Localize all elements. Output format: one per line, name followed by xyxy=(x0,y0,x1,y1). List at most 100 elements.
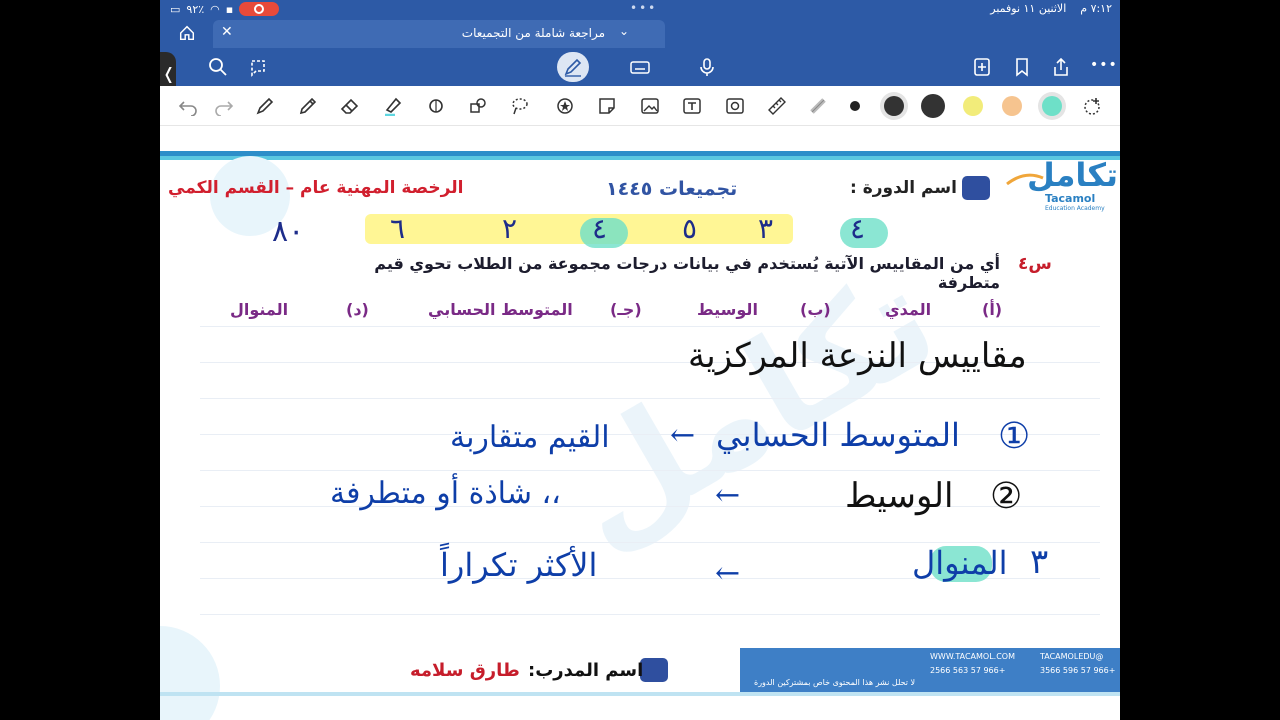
battery-percent: ٩٢٪ xyxy=(186,2,205,16)
undo-icon[interactable] xyxy=(178,96,198,116)
trainer-name: طارق سلامه xyxy=(410,660,520,681)
status-date: الاثنين ١١ نوفمبر xyxy=(990,2,1067,15)
option-c-letter: (جـ) xyxy=(610,300,642,319)
pen-size-small[interactable] xyxy=(850,101,860,111)
stickynote-icon[interactable] xyxy=(597,96,617,116)
lasso-select-icon[interactable] xyxy=(510,96,530,116)
wifi-icon: ◠ xyxy=(210,2,220,16)
course-name-marker xyxy=(962,176,990,200)
question-text: أي من المقاييس الآتية يُستخدم في بيانات … xyxy=(374,254,1000,292)
recording-indicator[interactable] xyxy=(239,2,280,16)
ruled-line xyxy=(200,614,1100,615)
eraser-icon[interactable] xyxy=(340,96,360,116)
color-swatch-black[interactable] xyxy=(921,94,945,118)
color-swatch-orange[interactable] xyxy=(1002,96,1022,116)
option-d-text: المنوال xyxy=(230,300,289,319)
color-swatch-darkgray[interactable] xyxy=(884,96,904,116)
handwritten-term: المتوسط الحسابي xyxy=(716,416,960,454)
option-c-text: المتوسط الحسابي xyxy=(428,300,573,319)
option-a-text: المدي xyxy=(885,300,932,319)
camera-indicator-icon: ▪ xyxy=(225,2,234,16)
sticker-icon[interactable] xyxy=(555,96,575,116)
more-icon[interactable]: ••• xyxy=(1090,57,1117,77)
add-page-icon[interactable] xyxy=(972,57,992,77)
option-d-letter: (د) xyxy=(346,300,369,319)
handwritten-answer: ٣ xyxy=(758,212,774,245)
logo-latin: Tacamol xyxy=(1045,192,1096,205)
handwritten-heading: مقاييس النزعة المركزية xyxy=(688,336,1027,376)
option-b-text: الوسيط xyxy=(697,300,758,319)
handwritten-note: ،، شاذة أو متطرفة xyxy=(330,476,561,511)
textbox-icon[interactable] xyxy=(682,96,702,116)
option-a-letter: (أ) xyxy=(982,300,1003,319)
ruled-line xyxy=(200,398,1100,399)
trainer-label: اسم المدرب: xyxy=(528,660,644,681)
pen-mode-button[interactable] xyxy=(557,52,589,82)
handwritten-answer: ٥ xyxy=(682,212,698,245)
battery-icon: ▭ xyxy=(170,2,181,16)
color-swatch-yellow[interactable] xyxy=(963,96,983,116)
question-number: س٤ xyxy=(1018,254,1052,274)
highlighter-icon[interactable] xyxy=(383,96,403,116)
tacamol-logo: تكامل Tacamol Education Academy xyxy=(1005,156,1119,216)
handwritten-answer: ٦ xyxy=(390,212,406,245)
footer-bar: WWW.TACAMOL.COM @TACAMOLEDU +966 57 563 … xyxy=(740,648,1120,692)
camera-icon[interactable] xyxy=(725,96,745,116)
ruled-line xyxy=(200,434,1100,435)
footer-site: WWW.TACAMOL.COM xyxy=(930,652,1015,661)
option-b-letter: (ب) xyxy=(800,300,831,319)
handwritten-note: الأكثر تكراراً xyxy=(440,546,598,584)
home-icon[interactable] xyxy=(178,24,196,42)
tab-bar: مراجعة شاملة من التجميعات ⌄ ✕ xyxy=(160,18,1120,48)
handwritten-arrow: ← xyxy=(715,478,741,513)
handwritten-term: الوسيط xyxy=(845,476,954,516)
footer-phone: +966 57 596 3566 xyxy=(1040,666,1116,675)
tape-icon[interactable] xyxy=(808,96,828,116)
handwritten-arrow: ← xyxy=(670,418,696,453)
chevron-down-icon[interactable]: ⌄ xyxy=(619,24,629,38)
footer-handle: @TACAMOLEDU xyxy=(1040,652,1104,661)
lasso-icon[interactable] xyxy=(248,57,268,77)
shapes-icon[interactable] xyxy=(426,96,446,116)
footer-phone: +966 57 563 2566 xyxy=(930,666,1006,675)
tab-document[interactable]: مراجعة شاملة من التجميعات ⌄ ✕ xyxy=(213,20,665,48)
close-icon[interactable]: ✕ xyxy=(221,24,233,40)
ruled-line xyxy=(200,470,1100,471)
redo-icon[interactable] xyxy=(214,96,234,116)
handwritten-number: ② xyxy=(990,476,1023,517)
tab-title: مراجعة شاملة من التجميعات xyxy=(461,26,605,40)
color-swatch-cyan[interactable] xyxy=(1042,96,1062,116)
pen-toolbar xyxy=(160,86,1120,126)
handwritten-note: القيم متقاربة xyxy=(450,420,610,455)
pen-mode-icon xyxy=(564,58,582,77)
collection-title: تجميعات ١٤٤٥ xyxy=(606,178,738,200)
keyboard-icon[interactable] xyxy=(630,57,650,77)
bookmark-icon[interactable] xyxy=(1012,57,1032,77)
handwritten-number: ① xyxy=(998,416,1031,457)
tablet-screen: ▭ ٩٢٪ ◠ ▪ ••• ٧:١٢ م الاثنين ١١ نوفمبر م… xyxy=(160,0,1120,720)
ruled-line xyxy=(200,326,1100,327)
course-name-label: اسم الدورة : xyxy=(850,178,957,198)
yellow-highlight-stroke xyxy=(365,214,793,244)
handwritten-answer: ٤ xyxy=(592,212,608,245)
search-icon[interactable] xyxy=(208,57,228,77)
add-color-icon[interactable] xyxy=(1082,96,1102,116)
ruler-icon[interactable] xyxy=(767,96,787,116)
share-icon[interactable] xyxy=(1051,57,1071,77)
decor-circle xyxy=(160,626,220,720)
handwritten-answer: ٤ xyxy=(850,212,866,245)
handwritten-answer: ٢ xyxy=(502,212,518,245)
multitask-dots-icon[interactable]: ••• xyxy=(630,1,657,15)
footer-notice: لا تحلل نشر هذا المحتوى خاص بمشتركين الد… xyxy=(754,678,916,687)
logo-arabic: تكامل xyxy=(1027,156,1119,194)
pen-icon[interactable] xyxy=(255,96,275,116)
ruled-line xyxy=(200,542,1100,543)
handwritten-number: ٣ xyxy=(1030,542,1049,582)
pencil-icon[interactable] xyxy=(298,96,318,116)
image-icon[interactable] xyxy=(640,96,660,116)
status-bar: ▭ ٩٢٪ ◠ ▪ ••• ٧:١٢ م الاثنين ١١ نوفمبر xyxy=(160,0,1120,18)
logo-subtitle: Education Academy xyxy=(1045,205,1105,212)
elements-icon[interactable] xyxy=(468,96,488,116)
microphone-icon[interactable] xyxy=(697,57,717,77)
document-page[interactable]: تكامل الرخصة المهنية عام – القسم الكمي ت… xyxy=(160,126,1120,720)
